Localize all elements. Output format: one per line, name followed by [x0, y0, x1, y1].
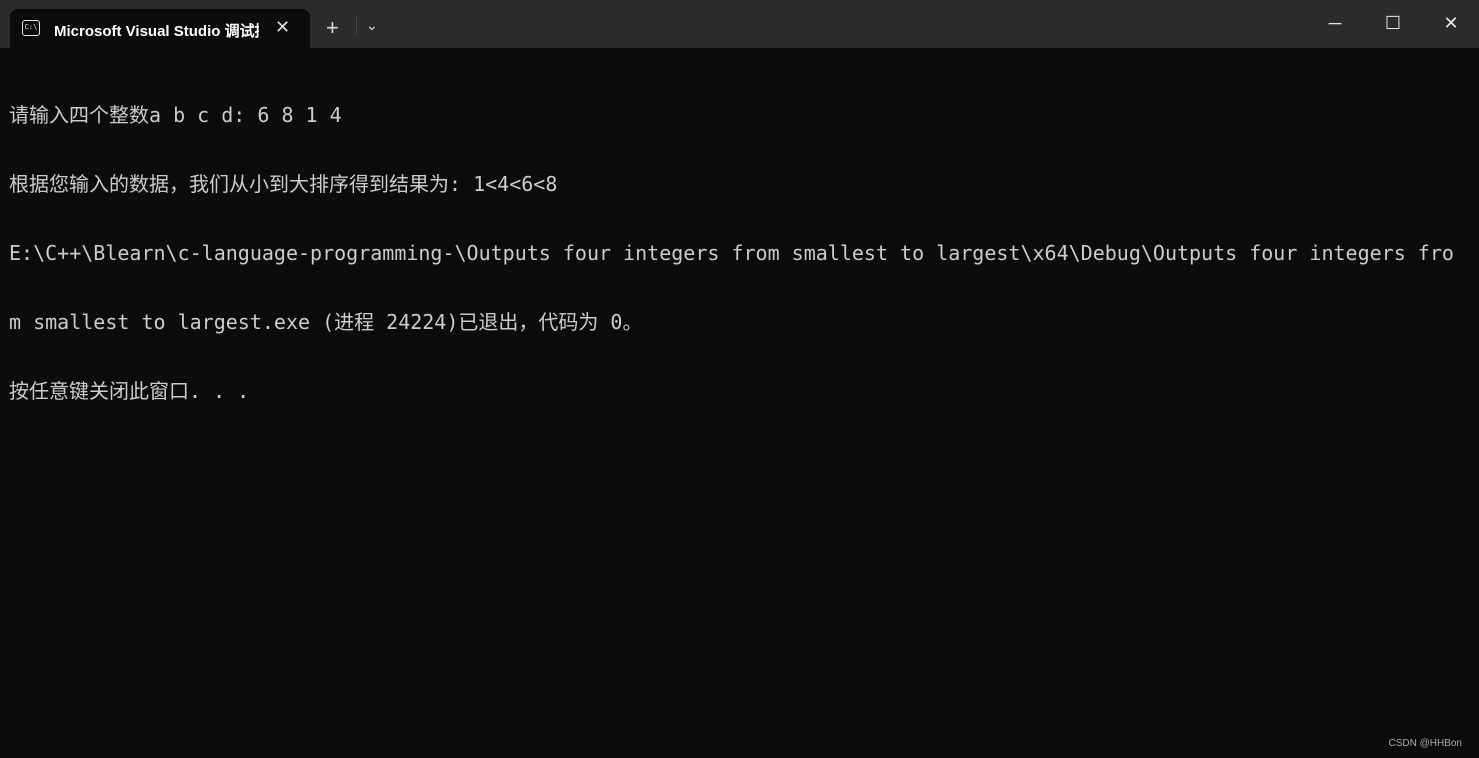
tab-close-button[interactable]: ✕: [275, 17, 290, 37]
terminal-line: E:\C++\Blearn\c-language-programming-\Ou…: [9, 241, 1454, 265]
maximize-button[interactable]: ☐: [1370, 10, 1416, 36]
terminal-line: 按任意键关闭此窗口. . .: [9, 379, 250, 403]
title-bar: C:\ Microsoft Visual Studio 调试控制台 ✕ + ⌄ …: [0, 0, 1479, 48]
close-button[interactable]: ✕: [1428, 10, 1474, 36]
terminal-line: m smallest to largest.exe (进程 24224)已退出，…: [9, 310, 643, 334]
terminal-line: 请输入四个整数a b c d: 6 8 1 4: [9, 103, 342, 127]
new-tab-button[interactable]: +: [326, 17, 339, 39]
divider: [356, 15, 357, 35]
tab-title: Microsoft Visual Studio 调试控制台: [54, 23, 259, 40]
terminal-icon: C:\: [22, 20, 40, 36]
terminal-line: 根据您输入的数据，我们从小到大排序得到结果为: 1<4<6<8: [9, 172, 558, 196]
terminal-output[interactable]: 请输入四个整数a b c d: 6 8 1 4 根据您输入的数据，我们从小到大排…: [9, 58, 1454, 426]
minimize-button[interactable]: ─: [1312, 10, 1358, 36]
chevron-down-icon[interactable]: ⌄: [366, 17, 378, 34]
watermark: CSDN @HHBon: [1388, 738, 1462, 749]
tab-debug-console[interactable]: C:\ Microsoft Visual Studio 调试控制台 ✕: [10, 9, 310, 48]
